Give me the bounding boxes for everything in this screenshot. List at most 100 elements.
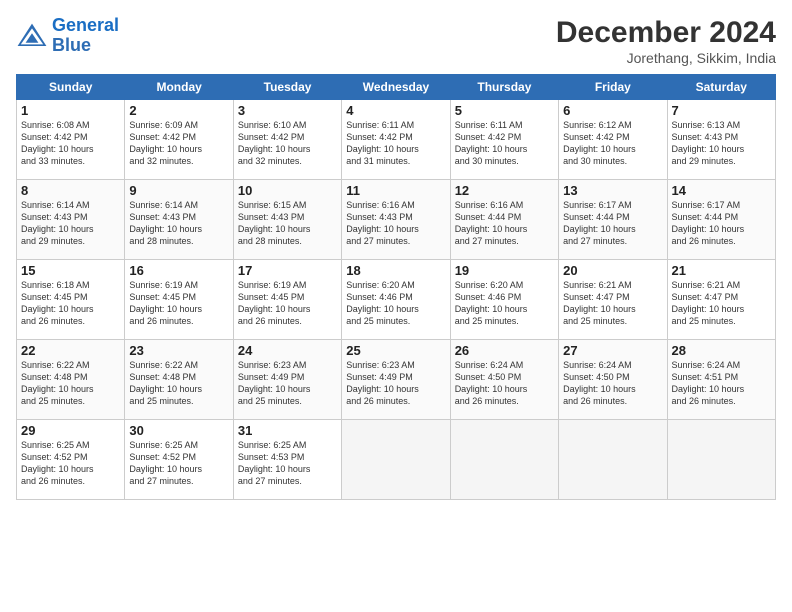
day-header-thursday: Thursday — [450, 75, 558, 100]
calendar-cell: 8Sunrise: 6:14 AM Sunset: 4:43 PM Daylig… — [17, 180, 125, 260]
calendar-cell: 5Sunrise: 6:11 AM Sunset: 4:42 PM Daylig… — [450, 100, 558, 180]
day-info: Sunrise: 6:08 AM Sunset: 4:42 PM Dayligh… — [21, 119, 120, 168]
header: General Blue December 2024 Jorethang, Si… — [16, 16, 776, 66]
day-number: 10 — [238, 183, 337, 198]
calendar-title: December 2024 — [556, 16, 776, 50]
day-info: Sunrise: 6:17 AM Sunset: 4:44 PM Dayligh… — [672, 199, 771, 248]
day-info: Sunrise: 6:24 AM Sunset: 4:51 PM Dayligh… — [672, 359, 771, 408]
day-number: 23 — [129, 343, 228, 358]
day-number: 21 — [672, 263, 771, 278]
calendar-cell: 27Sunrise: 6:24 AM Sunset: 4:50 PM Dayli… — [559, 340, 667, 420]
day-number: 9 — [129, 183, 228, 198]
day-info: Sunrise: 6:23 AM Sunset: 4:49 PM Dayligh… — [346, 359, 445, 408]
calendar-container: General Blue December 2024 Jorethang, Si… — [0, 0, 792, 508]
week-row-2: 8Sunrise: 6:14 AM Sunset: 4:43 PM Daylig… — [17, 180, 776, 260]
week-row-3: 15Sunrise: 6:18 AM Sunset: 4:45 PM Dayli… — [17, 260, 776, 340]
day-number: 28 — [672, 343, 771, 358]
logo-text: General Blue — [52, 16, 119, 56]
day-header-friday: Friday — [559, 75, 667, 100]
day-info: Sunrise: 6:12 AM Sunset: 4:42 PM Dayligh… — [563, 119, 662, 168]
day-info: Sunrise: 6:11 AM Sunset: 4:42 PM Dayligh… — [346, 119, 445, 168]
calendar-cell: 12Sunrise: 6:16 AM Sunset: 4:44 PM Dayli… — [450, 180, 558, 260]
day-number: 3 — [238, 103, 337, 118]
day-number: 30 — [129, 423, 228, 438]
day-number: 20 — [563, 263, 662, 278]
day-info: Sunrise: 6:21 AM Sunset: 4:47 PM Dayligh… — [672, 279, 771, 328]
logo-blue: Blue — [52, 35, 91, 55]
day-header-wednesday: Wednesday — [342, 75, 450, 100]
day-info: Sunrise: 6:16 AM Sunset: 4:44 PM Dayligh… — [455, 199, 554, 248]
day-info: Sunrise: 6:25 AM Sunset: 4:52 PM Dayligh… — [129, 439, 228, 488]
day-info: Sunrise: 6:25 AM Sunset: 4:53 PM Dayligh… — [238, 439, 337, 488]
calendar-cell: 6Sunrise: 6:12 AM Sunset: 4:42 PM Daylig… — [559, 100, 667, 180]
day-info: Sunrise: 6:10 AM Sunset: 4:42 PM Dayligh… — [238, 119, 337, 168]
calendar-cell: 7Sunrise: 6:13 AM Sunset: 4:43 PM Daylig… — [667, 100, 775, 180]
day-info: Sunrise: 6:18 AM Sunset: 4:45 PM Dayligh… — [21, 279, 120, 328]
calendar-cell: 1Sunrise: 6:08 AM Sunset: 4:42 PM Daylig… — [17, 100, 125, 180]
day-info: Sunrise: 6:21 AM Sunset: 4:47 PM Dayligh… — [563, 279, 662, 328]
day-info: Sunrise: 6:20 AM Sunset: 4:46 PM Dayligh… — [455, 279, 554, 328]
calendar-cell: 3Sunrise: 6:10 AM Sunset: 4:42 PM Daylig… — [233, 100, 341, 180]
day-number: 25 — [346, 343, 445, 358]
day-number: 13 — [563, 183, 662, 198]
day-number: 15 — [21, 263, 120, 278]
calendar-table: SundayMondayTuesdayWednesdayThursdayFrid… — [16, 74, 776, 500]
calendar-cell — [450, 420, 558, 500]
calendar-cell: 19Sunrise: 6:20 AM Sunset: 4:46 PM Dayli… — [450, 260, 558, 340]
day-info: Sunrise: 6:22 AM Sunset: 4:48 PM Dayligh… — [129, 359, 228, 408]
calendar-cell — [667, 420, 775, 500]
day-info: Sunrise: 6:25 AM Sunset: 4:52 PM Dayligh… — [21, 439, 120, 488]
day-info: Sunrise: 6:14 AM Sunset: 4:43 PM Dayligh… — [129, 199, 228, 248]
calendar-cell: 31Sunrise: 6:25 AM Sunset: 4:53 PM Dayli… — [233, 420, 341, 500]
logo: General Blue — [16, 16, 119, 56]
calendar-cell: 13Sunrise: 6:17 AM Sunset: 4:44 PM Dayli… — [559, 180, 667, 260]
calendar-cell: 20Sunrise: 6:21 AM Sunset: 4:47 PM Dayli… — [559, 260, 667, 340]
day-number: 29 — [21, 423, 120, 438]
calendar-cell: 17Sunrise: 6:19 AM Sunset: 4:45 PM Dayli… — [233, 260, 341, 340]
day-info: Sunrise: 6:16 AM Sunset: 4:43 PM Dayligh… — [346, 199, 445, 248]
day-info: Sunrise: 6:11 AM Sunset: 4:42 PM Dayligh… — [455, 119, 554, 168]
calendar-cell — [559, 420, 667, 500]
calendar-cell: 22Sunrise: 6:22 AM Sunset: 4:48 PM Dayli… — [17, 340, 125, 420]
day-number: 6 — [563, 103, 662, 118]
calendar-cell: 21Sunrise: 6:21 AM Sunset: 4:47 PM Dayli… — [667, 260, 775, 340]
logo-general: General — [52, 15, 119, 35]
day-info: Sunrise: 6:24 AM Sunset: 4:50 PM Dayligh… — [455, 359, 554, 408]
day-info: Sunrise: 6:17 AM Sunset: 4:44 PM Dayligh… — [563, 199, 662, 248]
day-number: 11 — [346, 183, 445, 198]
week-row-1: 1Sunrise: 6:08 AM Sunset: 4:42 PM Daylig… — [17, 100, 776, 180]
calendar-subtitle: Jorethang, Sikkim, India — [556, 50, 776, 66]
day-info: Sunrise: 6:15 AM Sunset: 4:43 PM Dayligh… — [238, 199, 337, 248]
calendar-cell: 11Sunrise: 6:16 AM Sunset: 4:43 PM Dayli… — [342, 180, 450, 260]
calendar-cell: 23Sunrise: 6:22 AM Sunset: 4:48 PM Dayli… — [125, 340, 233, 420]
days-header-row: SundayMondayTuesdayWednesdayThursdayFrid… — [17, 75, 776, 100]
calendar-cell: 16Sunrise: 6:19 AM Sunset: 4:45 PM Dayli… — [125, 260, 233, 340]
day-number: 27 — [563, 343, 662, 358]
day-info: Sunrise: 6:22 AM Sunset: 4:48 PM Dayligh… — [21, 359, 120, 408]
calendar-cell: 15Sunrise: 6:18 AM Sunset: 4:45 PM Dayli… — [17, 260, 125, 340]
day-header-sunday: Sunday — [17, 75, 125, 100]
calendar-cell — [342, 420, 450, 500]
calendar-cell: 30Sunrise: 6:25 AM Sunset: 4:52 PM Dayli… — [125, 420, 233, 500]
day-info: Sunrise: 6:23 AM Sunset: 4:49 PM Dayligh… — [238, 359, 337, 408]
calendar-cell: 28Sunrise: 6:24 AM Sunset: 4:51 PM Dayli… — [667, 340, 775, 420]
calendar-cell: 26Sunrise: 6:24 AM Sunset: 4:50 PM Dayli… — [450, 340, 558, 420]
day-number: 5 — [455, 103, 554, 118]
day-number: 16 — [129, 263, 228, 278]
day-number: 12 — [455, 183, 554, 198]
day-number: 14 — [672, 183, 771, 198]
day-info: Sunrise: 6:09 AM Sunset: 4:42 PM Dayligh… — [129, 119, 228, 168]
day-header-tuesday: Tuesday — [233, 75, 341, 100]
calendar-cell: 2Sunrise: 6:09 AM Sunset: 4:42 PM Daylig… — [125, 100, 233, 180]
calendar-cell: 9Sunrise: 6:14 AM Sunset: 4:43 PM Daylig… — [125, 180, 233, 260]
day-number: 1 — [21, 103, 120, 118]
day-number: 31 — [238, 423, 337, 438]
calendar-cell: 14Sunrise: 6:17 AM Sunset: 4:44 PM Dayli… — [667, 180, 775, 260]
title-block: December 2024 Jorethang, Sikkim, India — [556, 16, 776, 66]
day-number: 2 — [129, 103, 228, 118]
calendar-cell: 29Sunrise: 6:25 AM Sunset: 4:52 PM Dayli… — [17, 420, 125, 500]
day-number: 26 — [455, 343, 554, 358]
day-number: 7 — [672, 103, 771, 118]
day-info: Sunrise: 6:20 AM Sunset: 4:46 PM Dayligh… — [346, 279, 445, 328]
day-number: 17 — [238, 263, 337, 278]
